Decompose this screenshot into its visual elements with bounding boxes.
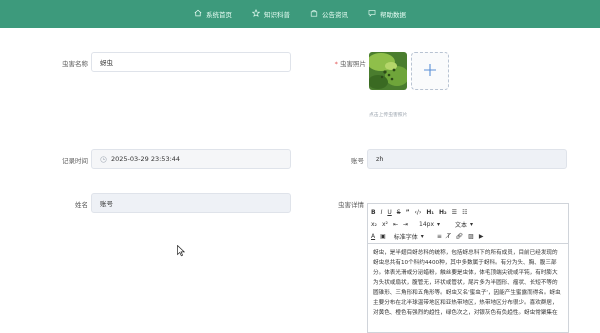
quote-icon[interactable]: ” — [406, 209, 410, 216]
nav-item-knowledge[interactable]: 知识科普 — [251, 8, 290, 19]
outdent-icon[interactable]: ⇤ — [393, 221, 398, 228]
account-label: 账号 — [351, 157, 364, 165]
editor-content[interactable]: 蚜虫，是半翅目蚜总科的统称，包括蚜总科下的所有成员，目前已经发现的蚜虫总共有10… — [368, 244, 568, 322]
surname-label: 姓名 — [75, 201, 88, 209]
bg-color-icon[interactable]: ▣ — [380, 233, 386, 240]
underline-button[interactable]: U — [387, 209, 391, 216]
nav-item-help[interactable]: 帮助数据 — [368, 9, 406, 19]
strike-button[interactable]: S — [397, 209, 401, 216]
bag-icon — [310, 9, 318, 19]
account-field[interactable]: zh — [367, 149, 567, 169]
heading1-button[interactable]: H₁ — [426, 209, 434, 216]
editor-toolbar: B I U S ” ‹/› H₁ H₂ ☰ ☷ x₂ x² ⇤ ⇥ 14px ▾… — [368, 204, 568, 244]
bullet-list-icon[interactable]: ☷ — [462, 209, 467, 216]
name-value: 蚜虫 — [100, 59, 113, 67]
chevron-down-icon: ▾ — [470, 220, 474, 228]
mouse-cursor-icon — [177, 242, 186, 261]
video-icon[interactable]: ▶ — [479, 233, 484, 240]
home-icon — [194, 9, 202, 19]
image-icon[interactable]: ▨ — [468, 233, 474, 240]
italic-button[interactable]: I — [381, 209, 383, 216]
heading2-button[interactable]: H₂ — [439, 209, 447, 216]
name-label: 虫害名称 — [62, 60, 88, 68]
block-type-select[interactable]: 文本 ▾ — [455, 220, 473, 229]
nav-item-news[interactable]: 公告资讯 — [310, 9, 348, 19]
nav-label: 系统首页 — [206, 11, 232, 19]
time-label: 记录时间 — [62, 157, 88, 165]
chevron-down-icon: ▾ — [437, 220, 441, 228]
plus-icon — [423, 62, 437, 81]
indent-icon[interactable]: ⇥ — [403, 221, 408, 228]
link-icon[interactable]: 🔗︎ — [456, 233, 464, 240]
time-value: 2025-03-29 23:53:44 — [111, 155, 181, 163]
font-family-select[interactable]: 标准字体 ▾ — [394, 232, 424, 241]
name-field[interactable]: 蚜虫 — [91, 52, 291, 72]
upload-button[interactable] — [411, 52, 449, 90]
nav-item-home[interactable]: 系统首页 — [194, 9, 232, 19]
account-value: zh — [376, 155, 384, 163]
clear-format-icon[interactable]: T̸ — [447, 233, 451, 240]
align-icon[interactable]: ≡ — [437, 233, 442, 240]
code-icon[interactable]: ‹/› — [415, 209, 422, 216]
bold-button[interactable]: B — [371, 209, 376, 216]
font-size-select[interactable]: 14px ▾ — [419, 221, 440, 228]
subscript-button[interactable]: x₂ — [371, 221, 377, 228]
chevron-down-icon: ▾ — [420, 232, 424, 240]
superscript-button[interactable]: x² — [382, 221, 388, 228]
top-nav: 系统首页 知识科普 公告资讯 帮助数据 — [0, 0, 600, 28]
time-field[interactable]: 2025-03-29 23:53:44 — [91, 149, 291, 169]
clock-icon — [100, 155, 107, 163]
photo-thumbnail[interactable] — [369, 52, 407, 90]
detail-editor: B I U S ” ‹/› H₁ H₂ ☰ ☷ x₂ x² ⇤ ⇥ 14px ▾… — [367, 203, 569, 333]
surname-value: 账号 — [100, 200, 113, 208]
nav-label: 知识科普 — [264, 11, 290, 19]
nav-label: 公告资讯 — [322, 11, 348, 19]
required-mark: * — [334, 60, 338, 68]
ordered-list-icon[interactable]: ☰ — [452, 209, 457, 216]
text-color-button[interactable]: A — [371, 233, 375, 240]
surname-field[interactable]: 账号 — [91, 193, 291, 213]
chat-icon — [368, 9, 376, 19]
upload-hint: 点击上传虫害照片 — [369, 113, 408, 118]
nav-label: 帮助数据 — [380, 11, 406, 19]
detail-label: 虫害详情 — [338, 201, 364, 209]
photo-label: * 虫害照片 — [334, 60, 366, 68]
star-icon — [251, 8, 261, 19]
